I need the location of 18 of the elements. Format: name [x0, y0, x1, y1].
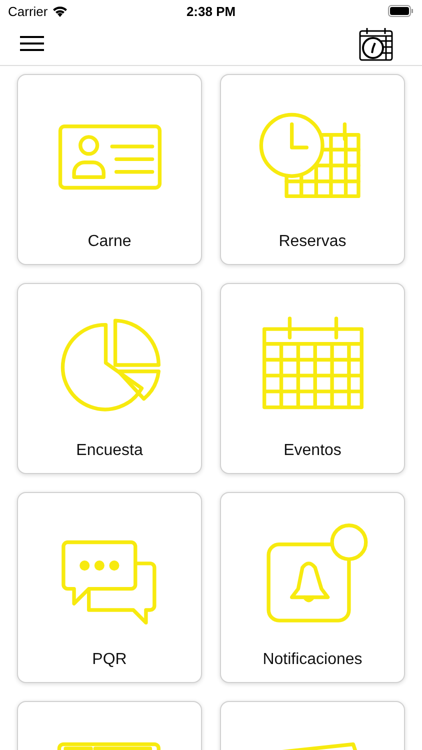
wifi-icon [52, 5, 68, 17]
menu-tile[interactable]: Reservas [220, 74, 405, 265]
tile-label: Encuesta [76, 442, 143, 460]
tile-label: Eventos [284, 442, 342, 460]
menu-button[interactable] [20, 36, 44, 51]
tile-label: PQR [92, 651, 127, 669]
menu-tile[interactable]: Encuesta [17, 283, 202, 474]
menu-tile[interactable]: Notificaciones [220, 492, 405, 683]
tile-label: Carne [88, 233, 132, 251]
carrier-label: Carrier [8, 4, 48, 18]
tile-label: Reservas [278, 233, 346, 251]
clock-time: 2:38 PM [186, 4, 236, 18]
tile-label: Notificaciones [262, 651, 362, 669]
menu-tile[interactable]: PQR [17, 492, 202, 683]
menu-tile[interactable]: Eventos [220, 283, 405, 474]
battery-icon [388, 5, 414, 17]
calendar-clock-button[interactable] [359, 26, 393, 60]
menu-tile[interactable]: Carne [17, 74, 202, 265]
